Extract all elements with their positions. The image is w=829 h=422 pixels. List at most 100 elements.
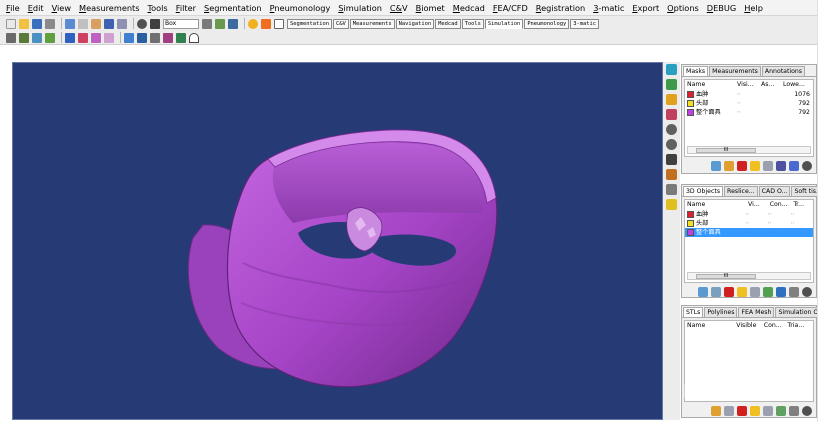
mode-tab-3-matic[interactable]: 3-matic bbox=[570, 18, 599, 29]
menu-view[interactable]: View bbox=[52, 3, 71, 13]
column-header[interactable]: Con... bbox=[770, 200, 794, 210]
zoom-mode-select[interactable]: Box bbox=[163, 18, 199, 29]
mask-3d-icon[interactable] bbox=[789, 161, 799, 171]
list-item[interactable]: 整个面具 ⋅⋅ 792 bbox=[685, 108, 813, 117]
list-item[interactable]: 头部 ⋅⋅ 792 bbox=[685, 99, 813, 108]
contour-icon[interactable]: ⋅⋅ bbox=[768, 228, 791, 237]
view-front-icon[interactable] bbox=[666, 64, 677, 75]
menu-icon[interactable] bbox=[802, 287, 812, 297]
column-header[interactable]: Con... bbox=[764, 321, 788, 331]
tab-stls[interactable]: STLs bbox=[683, 307, 704, 317]
stl-export-icon[interactable] bbox=[776, 406, 786, 416]
menu-debug[interactable]: DEBUG bbox=[707, 3, 736, 13]
menu-medcad[interactable]: Medcad bbox=[453, 3, 485, 13]
object-color-swatch[interactable] bbox=[687, 220, 694, 227]
color-icon[interactable] bbox=[776, 161, 786, 171]
copy-icon[interactable] bbox=[78, 18, 88, 29]
ruler-icon[interactable] bbox=[666, 199, 677, 210]
mode-tab-measurements[interactable]: Measurements bbox=[349, 18, 395, 29]
column-header[interactable]: Tria... bbox=[787, 321, 813, 331]
zoom-in-icon[interactable] bbox=[202, 18, 212, 29]
column-header[interactable]: Tr... bbox=[793, 200, 813, 210]
visibility-icon[interactable]: ⋅⋅ bbox=[737, 99, 761, 108]
reset-icon[interactable] bbox=[789, 287, 799, 297]
3d-viewport[interactable] bbox=[12, 62, 663, 420]
arc-icon[interactable] bbox=[189, 32, 199, 43]
mask-color-swatch[interactable] bbox=[687, 100, 694, 107]
smooth-icon[interactable] bbox=[763, 287, 773, 297]
menu-file[interactable]: File bbox=[6, 3, 20, 13]
menu-icon[interactable] bbox=[802, 406, 812, 416]
visibility-icon[interactable]: ⋅⋅ bbox=[745, 228, 768, 237]
contour-icon[interactable]: ⋅⋅ bbox=[768, 219, 791, 228]
list-item[interactable]: 血肿 ⋅⋅ 1076 bbox=[685, 90, 813, 99]
spline-icon[interactable] bbox=[91, 32, 101, 43]
split-icon[interactable] bbox=[137, 32, 147, 43]
crosshair-icon[interactable] bbox=[65, 32, 75, 43]
menu-measurements[interactable]: Measurements bbox=[79, 3, 140, 13]
delete-icon[interactable] bbox=[737, 406, 747, 416]
duplicate-icon[interactable] bbox=[737, 287, 747, 297]
view-top-icon[interactable] bbox=[666, 94, 677, 105]
view-icon[interactable] bbox=[228, 18, 238, 29]
menu-tools[interactable]: Tools bbox=[148, 3, 168, 13]
tab-polylines[interactable]: Polylines bbox=[704, 307, 738, 317]
scroll-thumb[interactable]: III bbox=[696, 148, 756, 153]
render-icon[interactable] bbox=[261, 18, 271, 29]
open-mask-icon[interactable] bbox=[724, 161, 734, 171]
menu-biomet[interactable]: Biomet bbox=[416, 3, 445, 13]
masks-list[interactable]: Name Visi... As... Lowe... 血肿 ⋅⋅ 1076 头部 ⋅⋅ 792 整… bbox=[684, 79, 814, 157]
menu-icon[interactable] bbox=[802, 161, 812, 171]
mode-tab-tools[interactable]: Tools bbox=[461, 18, 484, 29]
reset-icon[interactable] bbox=[789, 406, 799, 416]
column-header[interactable]: Name bbox=[687, 200, 748, 210]
tab-masks[interactable]: Masks bbox=[683, 66, 709, 76]
menu-3-matic[interactable]: 3-matic bbox=[593, 3, 624, 13]
brush-icon[interactable] bbox=[163, 32, 173, 43]
mode-tab-segmentation[interactable]: Segmentation bbox=[287, 18, 332, 29]
new-mask-icon[interactable] bbox=[711, 161, 721, 171]
angle-icon[interactable] bbox=[32, 32, 42, 43]
menu-c-v[interactable]: C&V bbox=[390, 3, 408, 13]
open-stl-icon[interactable] bbox=[711, 406, 721, 416]
column-header[interactable]: Visible bbox=[736, 321, 764, 331]
point-icon[interactable] bbox=[78, 32, 88, 43]
view-side-icon[interactable] bbox=[666, 79, 677, 90]
new-file-icon[interactable] bbox=[6, 18, 16, 29]
copy-stl-icon[interactable] bbox=[724, 406, 734, 416]
settings-icon[interactable] bbox=[6, 32, 16, 43]
edit-icon[interactable] bbox=[763, 161, 773, 171]
list-item[interactable]: 血肿 ⋅⋅ ⋅⋅ ⋅⋅ bbox=[685, 210, 813, 219]
menu-help[interactable]: Help bbox=[744, 3, 763, 13]
tab-cad-o-[interactable]: CAD O... bbox=[758, 186, 791, 196]
rotate-icon[interactable] bbox=[137, 18, 147, 29]
transparency-icon[interactable]: ⋅⋅ bbox=[790, 210, 813, 219]
menu-edit[interactable]: Edit bbox=[28, 3, 44, 13]
visibility-icon[interactable]: ⋅⋅ bbox=[745, 210, 768, 219]
objects-list[interactable]: Name Vi... Con... Tr... 血肿 ⋅⋅ ⋅⋅ ⋅⋅ 头部 ⋅⋅ ⋅⋅ ⋅⋅ 整个面… bbox=[684, 199, 814, 283]
print-icon[interactable] bbox=[45, 18, 55, 29]
tab-3d-objects[interactable]: 3D Objects bbox=[683, 186, 724, 196]
column-header[interactable]: Vi... bbox=[748, 200, 770, 210]
open-folder-icon[interactable] bbox=[19, 18, 29, 29]
tab-fea-mesh[interactable]: FEA Mesh bbox=[738, 307, 775, 317]
column-header[interactable]: Name bbox=[687, 321, 736, 331]
tab-reslice-[interactable]: Reslice... bbox=[724, 186, 758, 196]
glasses-icon[interactable] bbox=[666, 184, 677, 195]
menu-simulation[interactable]: Simulation bbox=[338, 3, 382, 13]
undo-icon[interactable] bbox=[104, 18, 114, 29]
menu-segmentation[interactable]: Segmentation bbox=[204, 3, 262, 13]
menu-export[interactable]: Export bbox=[632, 3, 659, 13]
mode-tab-navigation[interactable]: Navigation bbox=[395, 18, 435, 29]
transform-icon[interactable] bbox=[776, 287, 786, 297]
rotate-view-icon[interactable] bbox=[666, 139, 677, 150]
list-item[interactable]: 头部 ⋅⋅ ⋅⋅ ⋅⋅ bbox=[685, 219, 813, 228]
plane-icon[interactable] bbox=[150, 32, 160, 43]
zoom-fit-icon[interactable] bbox=[215, 18, 225, 29]
duplicate-icon[interactable] bbox=[750, 406, 760, 416]
check-icon[interactable] bbox=[45, 32, 55, 43]
transparency-icon[interactable]: ⋅⋅ bbox=[790, 228, 813, 237]
mode-tab-medcad[interactable]: Medcad bbox=[435, 18, 461, 29]
save-icon[interactable] bbox=[32, 18, 42, 29]
copy-object-icon[interactable] bbox=[711, 287, 721, 297]
